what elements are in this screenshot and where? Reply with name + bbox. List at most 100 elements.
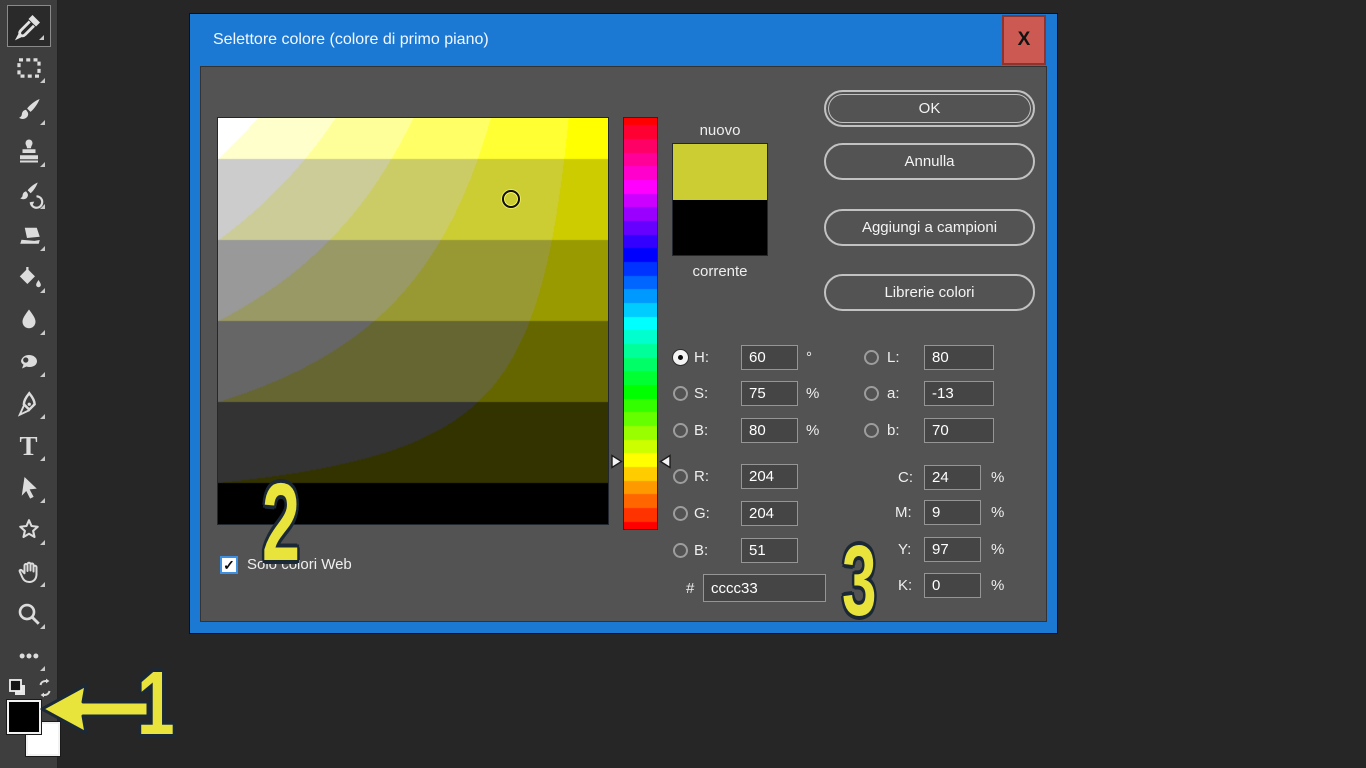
brightness-input[interactable] [741, 418, 798, 443]
path-selection-tool[interactable] [7, 467, 51, 509]
eyedropper-icon [14, 11, 44, 41]
red-label: R: [694, 464, 709, 489]
lab-b-radio[interactable] [864, 423, 879, 438]
blue-input[interactable] [741, 538, 798, 563]
eyedropper-tool[interactable] [7, 5, 51, 47]
dialog-title: Selettore colore (colore di primo piano) [213, 14, 489, 66]
paint-bucket-icon [14, 263, 44, 293]
zoom-tool[interactable] [7, 593, 51, 635]
yellow-label: Y: [898, 537, 911, 562]
brush-tool[interactable] [7, 89, 51, 131]
magenta-input[interactable] [924, 500, 981, 525]
close-button[interactable]: X [1002, 15, 1046, 65]
green-input[interactable] [741, 501, 798, 526]
custom-shape-icon [14, 515, 44, 545]
yellow-unit: % [991, 537, 1004, 562]
lab-b-input[interactable] [924, 418, 994, 443]
green-radio[interactable] [673, 506, 688, 521]
history-brush-icon [14, 179, 44, 209]
type-tool[interactable]: T [7, 425, 51, 467]
lab-l-label: L: [887, 345, 900, 370]
pen-icon [14, 389, 44, 419]
pen-tool[interactable] [7, 383, 51, 425]
magnifier-icon [14, 599, 44, 629]
add-to-swatches-button[interactable]: Aggiungi a campioni [824, 209, 1035, 246]
brightness-unit: % [806, 418, 819, 443]
blur-drop-icon [14, 305, 44, 335]
type-icon: T [19, 433, 37, 460]
ok-button[interactable]: OK [824, 90, 1035, 127]
hex-input[interactable] [703, 574, 826, 602]
red-input[interactable] [741, 464, 798, 489]
green-label: G: [694, 501, 710, 526]
more-tools-button[interactable] [7, 635, 51, 677]
lab-l-radio[interactable] [864, 350, 879, 365]
cyan-input[interactable] [924, 465, 981, 490]
saturation-unit: % [806, 381, 819, 406]
selection-arrow-icon [14, 473, 44, 503]
brush-icon [14, 95, 44, 125]
cancel-button[interactable]: Annulla [824, 143, 1035, 180]
magenta-label: M: [895, 500, 912, 525]
web-colors-checkbox[interactable]: ✓ [220, 556, 238, 574]
hue-slider-left-handle[interactable] [610, 454, 623, 469]
lab-b-label: b: [887, 418, 900, 443]
blue-label: B: [694, 538, 708, 563]
brightness-radio[interactable] [673, 423, 688, 438]
marquee-icon [14, 53, 44, 83]
cyan-label: C: [898, 465, 913, 490]
blue-radio[interactable] [673, 543, 688, 558]
annotation-step-3: 3 [842, 531, 876, 631]
saturation-input[interactable] [741, 381, 798, 406]
dodge-tool[interactable] [7, 341, 51, 383]
lab-l-input[interactable] [924, 345, 994, 370]
hex-prefix-label: # [686, 576, 694, 601]
hand-icon [14, 557, 44, 587]
history-brush-tool[interactable] [7, 173, 51, 215]
ellipsis-icon [14, 641, 44, 671]
annotation-step-2: 2 [262, 468, 300, 578]
clone-stamp-tool[interactable] [7, 131, 51, 173]
dialog-titlebar[interactable]: Selettore colore (colore di primo piano)… [190, 14, 1057, 66]
hue-ramp-canvas[interactable] [624, 118, 657, 529]
red-radio[interactable] [673, 469, 688, 484]
new-current-swatch [673, 144, 767, 255]
color-picker-dialog: Selettore colore (colore di primo piano)… [190, 14, 1057, 633]
cyan-unit: % [991, 465, 1004, 490]
hue-input[interactable] [741, 345, 798, 370]
custom-shape-tool[interactable] [7, 509, 51, 551]
lab-a-input[interactable] [924, 381, 994, 406]
saturation-label: S: [694, 381, 708, 406]
foreground-color-swatch[interactable] [7, 700, 41, 734]
black-unit: % [991, 573, 1004, 598]
marquee-tool[interactable] [7, 47, 51, 89]
saturation-radio[interactable] [673, 386, 688, 401]
dodge-icon [14, 347, 44, 377]
lab-a-label: a: [887, 381, 900, 406]
tool-palette: T [0, 0, 58, 768]
current-color-swatch [673, 200, 767, 255]
annotation-arrow-to-foreground [38, 682, 152, 738]
black-input[interactable] [924, 573, 981, 598]
lab-a-radio[interactable] [864, 386, 879, 401]
hue-slider[interactable] [624, 118, 657, 529]
hand-tool[interactable] [7, 551, 51, 593]
hue-radio[interactable] [673, 350, 688, 365]
hue-unit: ° [806, 345, 812, 370]
paint-bucket-tool[interactable] [7, 257, 51, 299]
brightness-label: B: [694, 418, 708, 443]
hue-label: H: [694, 345, 709, 370]
eraser-icon [14, 221, 44, 251]
default-colors-icon[interactable] [6, 676, 30, 700]
hue-slider-right-handle[interactable] [659, 454, 672, 469]
eraser-tool[interactable] [7, 215, 51, 257]
yellow-input[interactable] [924, 537, 981, 562]
new-color-swatch [673, 144, 767, 200]
blur-tool[interactable] [7, 299, 51, 341]
black-label: K: [898, 573, 912, 598]
clone-stamp-icon [14, 137, 44, 167]
color-field-marker[interactable] [502, 190, 520, 208]
photoshop-workspace: T Selettore colore (colore di primo pian… [0, 0, 1366, 768]
current-color-label: corrente [661, 263, 779, 280]
color-libraries-button[interactable]: Librerie colori [824, 274, 1035, 311]
